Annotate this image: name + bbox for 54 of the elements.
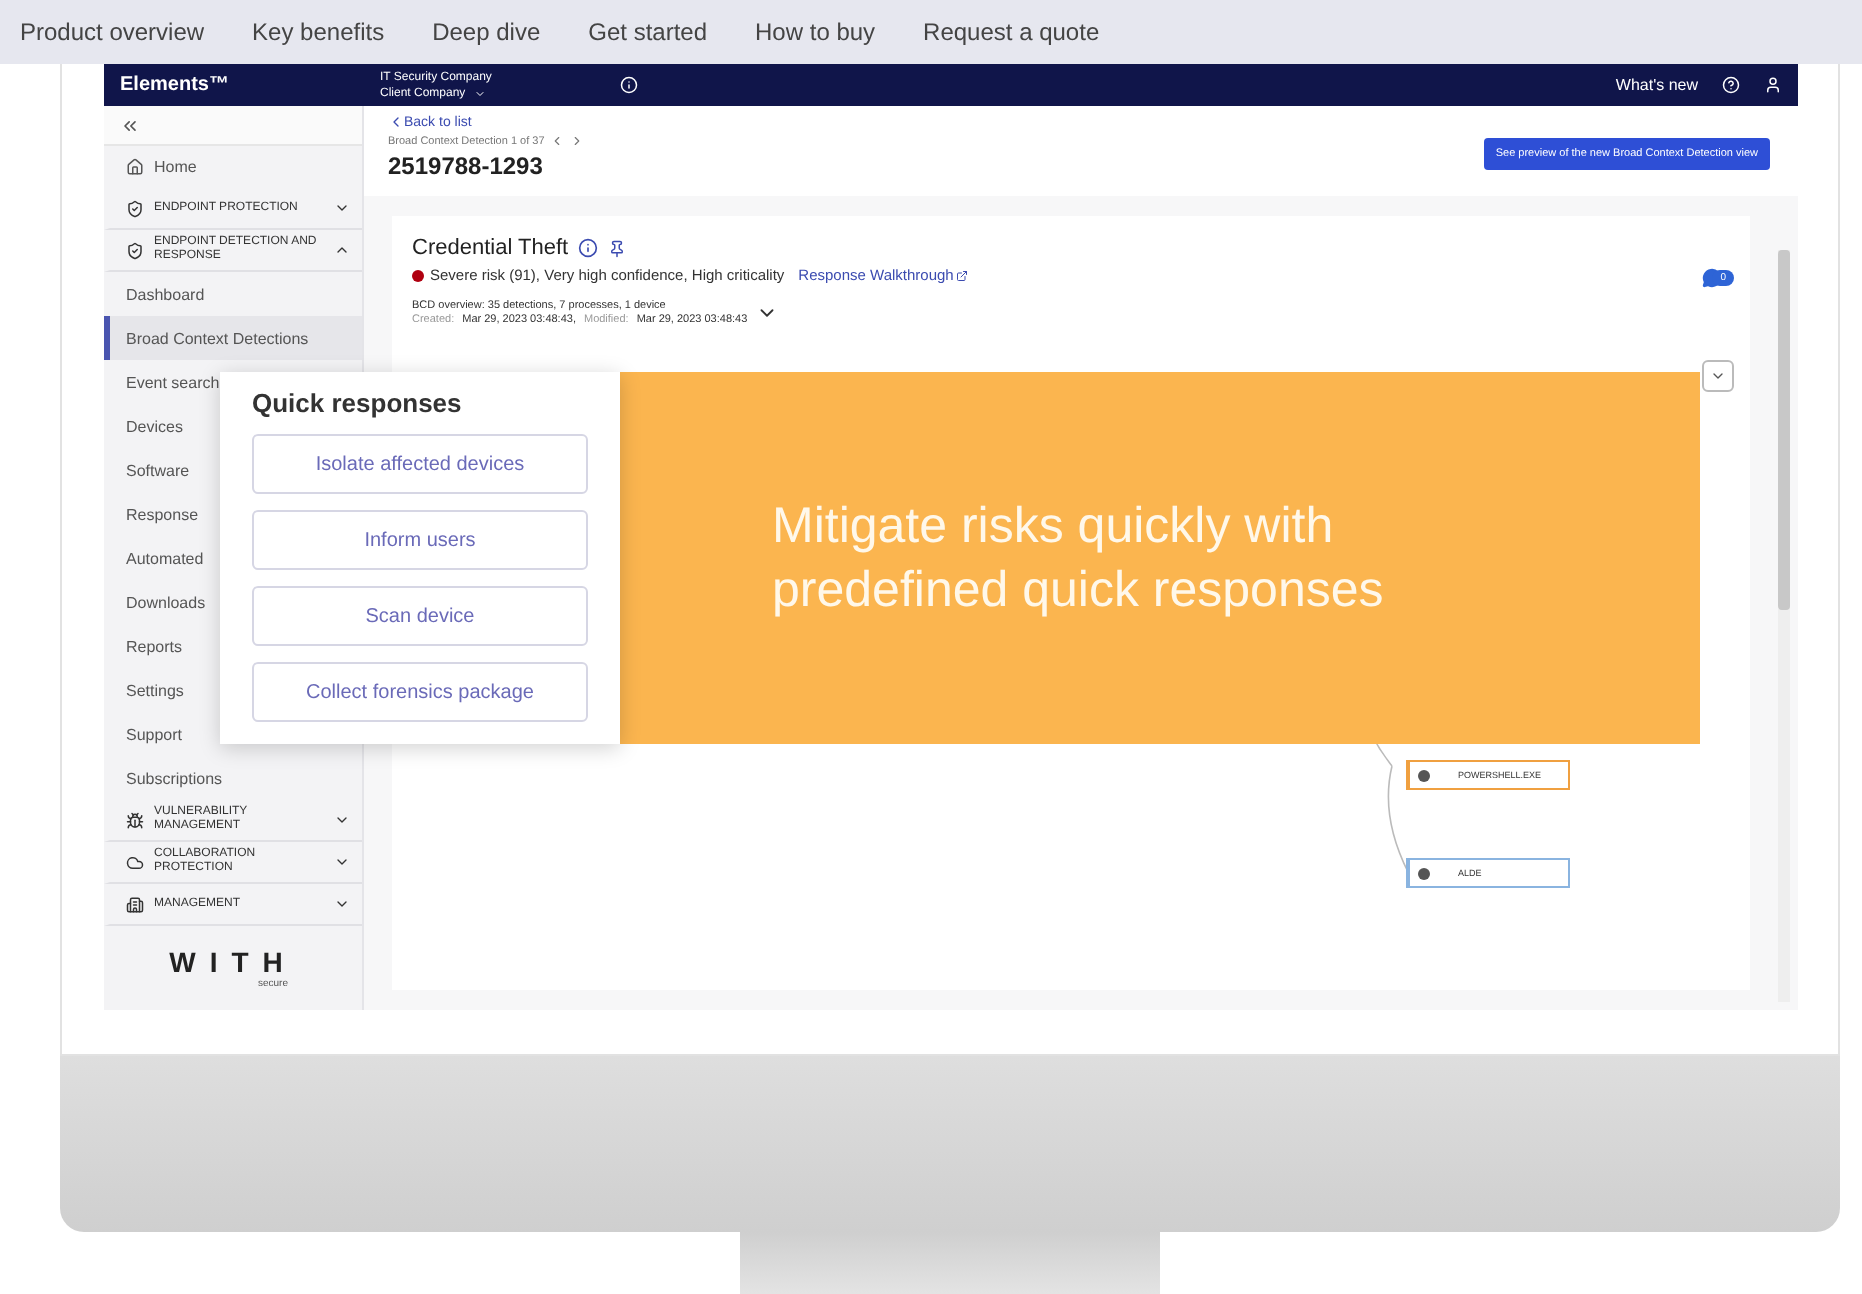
chevron-down-icon[interactable]: [334, 812, 350, 828]
site-nav-link[interactable]: Request a quote: [923, 18, 1100, 46]
section-icon: [126, 895, 144, 913]
action-button[interactable]: Inform users: [252, 510, 588, 570]
detection-id: 2519788-1293: [388, 152, 545, 180]
section-icon: [126, 199, 144, 217]
action-button[interactable]: Isolate affected devices: [252, 434, 588, 494]
site-nav-link[interactable]: Get started: [588, 18, 708, 46]
sidebar-item[interactable]: Software: [126, 463, 190, 477]
sidebar-item[interactable]: Support: [126, 727, 183, 741]
action-button[interactable]: Collect forensics package: [252, 662, 588, 722]
risk-dot: [412, 269, 424, 281]
sidebar-item[interactable]: Home: [154, 160, 350, 174]
sidebar-item[interactable]: Reports: [126, 639, 183, 653]
site-nav-link[interactable]: Key benefits: [252, 18, 385, 46]
user-icon[interactable]: [1764, 76, 1782, 94]
sidebar-item[interactable]: Devices: [126, 419, 183, 433]
info-icon[interactable]: [578, 238, 599, 258]
home-icon: [126, 158, 144, 176]
chevron-up-icon[interactable]: [334, 242, 350, 258]
sidebar-item[interactable]: Broad Context Detections: [104, 316, 362, 360]
chevron-down-icon[interactable]: [334, 896, 350, 912]
detection-title: Credential Theft: [412, 236, 569, 260]
collapse-icon[interactable]: [120, 115, 140, 135]
scrollbar[interactable]: [1778, 250, 1790, 1002]
pin-icon[interactable]: [608, 239, 627, 257]
chevron-down-icon[interactable]: [334, 200, 350, 216]
section-icon: [126, 241, 144, 259]
banner-text: Mitigate risks quickly with predefined quick responses: [772, 496, 1386, 622]
section-icon: [126, 811, 144, 829]
chevron-down-icon[interactable]: [334, 854, 350, 870]
site-nav-link[interactable]: Product overview: [20, 18, 205, 46]
sidebar-item[interactable]: Dashboard: [126, 287, 205, 301]
sidebar-item[interactable]: Settings: [126, 683, 184, 697]
action-button[interactable]: Scan device: [252, 586, 588, 646]
site-nav-link[interactable]: How to buy: [755, 18, 876, 46]
brand-logo: WITH: [169, 946, 297, 978]
chevron-left-icon[interactable]: [388, 114, 404, 130]
next-icon[interactable]: [570, 134, 585, 148]
sidebar-item[interactable]: Downloads: [126, 595, 206, 609]
help-icon[interactable]: [1722, 76, 1740, 94]
section-icon: [126, 853, 144, 871]
sidebar-item[interactable]: Response: [126, 507, 199, 521]
sidebar-item[interactable]: Event search: [126, 375, 220, 389]
chevron-down-icon[interactable]: [1710, 368, 1726, 384]
brand-logo: Elements™: [120, 74, 231, 96]
sidebar-item[interactable]: Automated: [126, 551, 204, 565]
panel-title: Quick responses: [252, 388, 464, 418]
sidebar-item[interactable]: Subscriptions: [126, 771, 223, 785]
external-link-icon[interactable]: [955, 269, 968, 281]
whats-new-link[interactable]: What's new: [1615, 76, 1698, 94]
chevron-down-icon[interactable]: [473, 87, 486, 99]
previous-icon[interactable]: [550, 134, 565, 148]
site-nav-link[interactable]: Deep dive: [432, 18, 541, 46]
